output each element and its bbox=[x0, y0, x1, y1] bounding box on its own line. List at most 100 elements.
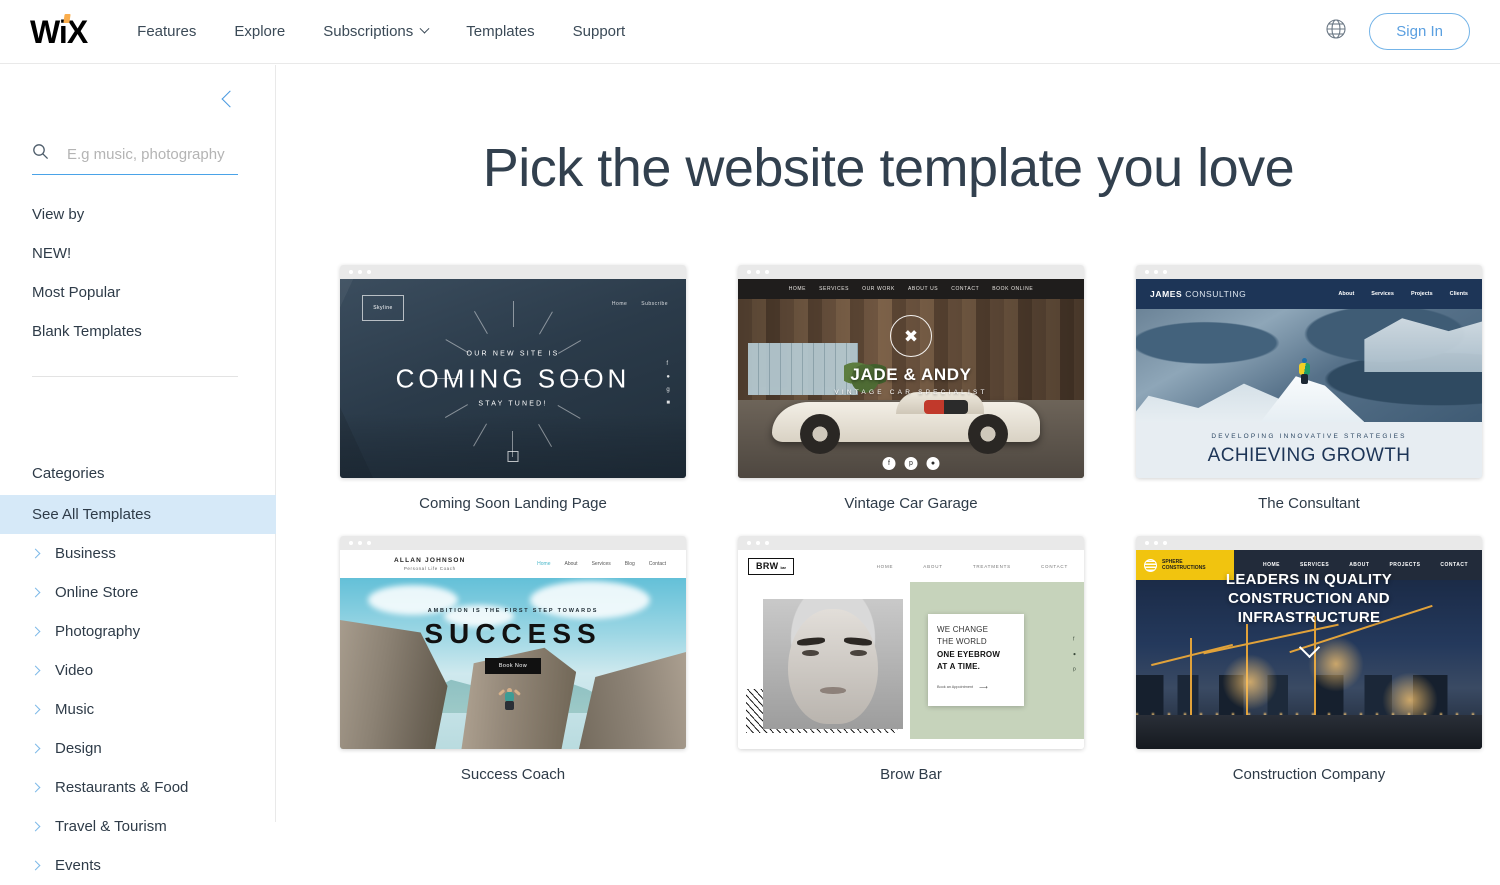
nav-item-templates[interactable]: Templates bbox=[466, 23, 534, 40]
preview-nav-item: Services bbox=[591, 561, 611, 567]
template-screenshot: BRW bar HOME ABOUT TREATMENTS CONTACT WE… bbox=[738, 550, 1084, 749]
sidebar-item-see-all-templates[interactable]: See All Templates bbox=[0, 495, 276, 534]
browser-chrome-bar bbox=[1136, 536, 1482, 550]
facebook-icon: f bbox=[1072, 635, 1075, 642]
sidebar: View by NEW! Most Popular Blank Template… bbox=[0, 65, 276, 874]
template-card-vintage-car-garage[interactable]: HOME SERVICES OUR WORK ABOUT US CONTACT … bbox=[738, 265, 1084, 512]
search-input[interactable] bbox=[67, 145, 237, 163]
preview-sub-headline: VINTAGE CAR SPECIALIST bbox=[834, 389, 988, 396]
twitter-icon: ● bbox=[666, 373, 670, 380]
template-caption: Construction Company bbox=[1232, 766, 1386, 783]
preview-nav-item: Clients bbox=[1449, 291, 1468, 297]
chevron-right-icon bbox=[30, 626, 41, 637]
browser-chrome-bar bbox=[1136, 265, 1482, 279]
brand-tagline: Personal Life Coach bbox=[403, 566, 456, 571]
preview-nav-item: ABOUT bbox=[1349, 562, 1370, 568]
instagram-icon: ● bbox=[1072, 650, 1076, 657]
preview-hero-text: LEADERS IN QUALITY CONSTRUCTION AND INFR… bbox=[1136, 570, 1482, 658]
template-preview-frame: ALLAN JOHNSON Personal Life Coach Home A… bbox=[340, 536, 686, 749]
sidebar-item-design[interactable]: Design bbox=[0, 729, 276, 768]
preview-headline: JADE & ANDY bbox=[850, 365, 972, 384]
nav-item-support[interactable]: Support bbox=[573, 23, 626, 40]
category-label: Design bbox=[55, 740, 102, 757]
quote-line: THE WORLD bbox=[937, 637, 987, 647]
preview-hero-text: DEVELOPING INNOVATIVE STRATEGIES ACHIEVI… bbox=[1136, 422, 1482, 478]
view-by-heading: View by bbox=[32, 206, 85, 223]
nav-item-explore[interactable]: Explore bbox=[234, 23, 285, 40]
preview-hero-text: AMBITION IS THE FIRST STEP TOWARDS SUCCE… bbox=[340, 608, 686, 674]
sidebar-item-video[interactable]: Video bbox=[0, 651, 276, 690]
sidebar-item-photography[interactable]: Photography bbox=[0, 612, 276, 651]
preview-brand-logo: ALLAN JOHNSON Personal Life Coach bbox=[394, 557, 466, 571]
template-card-success-coach[interactable]: ALLAN JOHNSON Personal Life Coach Home A… bbox=[340, 536, 686, 783]
preview-nav-item: ABOUT bbox=[923, 563, 943, 569]
google-plus-icon: g bbox=[666, 386, 670, 393]
quote-line: AT A TIME. bbox=[937, 662, 981, 672]
preview-nav-item: About bbox=[564, 561, 578, 567]
nav-item-subscriptions[interactable]: Subscriptions bbox=[323, 23, 430, 40]
wix-logo-dot bbox=[63, 13, 71, 23]
category-label: Restaurants & Food bbox=[55, 779, 189, 796]
preview-nav-item: HOME bbox=[876, 563, 894, 569]
category-label: Travel & Tourism bbox=[55, 818, 167, 835]
preview-nav-item: PROJECTS bbox=[1389, 562, 1421, 568]
preview-nav-item: OUR WORK bbox=[862, 286, 895, 292]
preview-scroll-button bbox=[507, 451, 519, 462]
sidebar-item-business[interactable]: Business bbox=[0, 534, 276, 573]
template-caption: Vintage Car Garage bbox=[844, 495, 978, 512]
preview-nav: JAMES CONSULTING About Services Projects… bbox=[1136, 279, 1482, 309]
preview-nav-item: Subscribe bbox=[641, 301, 668, 307]
template-caption: Success Coach bbox=[460, 766, 566, 783]
preview-brand-logo: Skyline bbox=[362, 295, 404, 321]
category-label: Business bbox=[55, 545, 116, 562]
chevron-right-icon bbox=[30, 860, 41, 871]
preview-pre-headline: AMBITION IS THE FIRST STEP TOWARDS bbox=[427, 608, 599, 614]
preview-nav-item: Contact bbox=[648, 561, 666, 567]
sidebar-item-online-store[interactable]: Online Store bbox=[0, 573, 276, 612]
template-preview-frame: BRW bar HOME ABOUT TREATMENTS CONTACT WE… bbox=[738, 536, 1084, 749]
template-card-brow-bar[interactable]: BRW bar HOME ABOUT TREATMENTS CONTACT WE… bbox=[738, 536, 1084, 783]
headline-line-1: LEADERS IN QUALITY bbox=[1225, 571, 1393, 588]
brand-bold: JAMES bbox=[1150, 289, 1183, 299]
chrome-dot bbox=[1154, 541, 1158, 545]
chevron-right-icon bbox=[30, 821, 41, 832]
preview-hero-text: OUR NEW SITE IS COMING SOON STAY TUNED! bbox=[340, 350, 686, 407]
preview-nav-item: ABOUT US bbox=[907, 286, 939, 292]
brand-name: BRW bbox=[756, 560, 779, 571]
sidebar-collapse-chevron-left-icon[interactable] bbox=[219, 87, 239, 113]
sidebar-item-travel-tourism[interactable]: Travel & Tourism bbox=[0, 807, 276, 846]
quote-line: ONE EYEBROW bbox=[937, 649, 1001, 659]
template-screenshot: SPHERE CONSTRUCTIONS HOME SERVICES ABOUT… bbox=[1136, 550, 1482, 749]
globe-icon[interactable] bbox=[1325, 18, 1347, 45]
view-by-item-most-popular[interactable]: Most Popular bbox=[0, 273, 276, 312]
preview-nav-item: Blog bbox=[624, 561, 635, 567]
preview-pre-headline: DEVELOPING INNOVATIVE STRATEGIES bbox=[1211, 433, 1407, 440]
sidebar-item-music[interactable]: Music bbox=[0, 690, 276, 729]
preview-nav-links: About Services Projects Clients bbox=[1338, 291, 1468, 297]
chrome-dot bbox=[765, 541, 769, 545]
sign-in-button[interactable]: Sign In bbox=[1369, 13, 1470, 50]
preview-nav: ALLAN JOHNSON Personal Life Coach Home A… bbox=[340, 550, 686, 578]
preview-nav-links: HOME SERVICES ABOUT PROJECTS CONTACT bbox=[1263, 562, 1468, 568]
brand-line-1: SPHERE bbox=[1162, 558, 1183, 565]
instagram-icon: ● bbox=[926, 457, 940, 470]
template-caption: The Consultant bbox=[1258, 495, 1360, 512]
sidebar-item-events[interactable]: Events bbox=[0, 846, 276, 885]
category-label: Photography bbox=[55, 623, 141, 640]
brand-light: CONSULTING bbox=[1185, 289, 1247, 299]
decorative-portrait-photo bbox=[763, 599, 903, 729]
preview-social-icons: f p ● bbox=[882, 457, 940, 470]
view-by-item-blank-templates[interactable]: Blank Templates bbox=[0, 312, 276, 351]
preview-pre-headline: OUR NEW SITE IS bbox=[466, 349, 560, 357]
nav-item-features[interactable]: Features bbox=[137, 23, 196, 40]
template-card-coming-soon-landing-page[interactable]: Skyline Home Subscribe OUR NEW SITE IS C… bbox=[340, 265, 686, 512]
template-card-construction-company[interactable]: SPHERE CONSTRUCTIONS HOME SERVICES ABOUT… bbox=[1136, 536, 1482, 783]
preview-cta: Book an Appointment ⟶ bbox=[937, 684, 1015, 691]
template-card-the-consultant[interactable]: JAMES CONSULTING About Services Projects… bbox=[1136, 265, 1482, 512]
wix-logo[interactable]: WiX bbox=[30, 13, 88, 48]
arrow-right-icon: ⟶ bbox=[979, 684, 988, 691]
decorative-glacier-photo bbox=[1136, 309, 1482, 422]
browser-chrome-bar bbox=[340, 536, 686, 550]
view-by-item-new[interactable]: NEW! bbox=[0, 234, 276, 273]
sidebar-item-restaurants-food[interactable]: Restaurants & Food bbox=[0, 768, 276, 807]
